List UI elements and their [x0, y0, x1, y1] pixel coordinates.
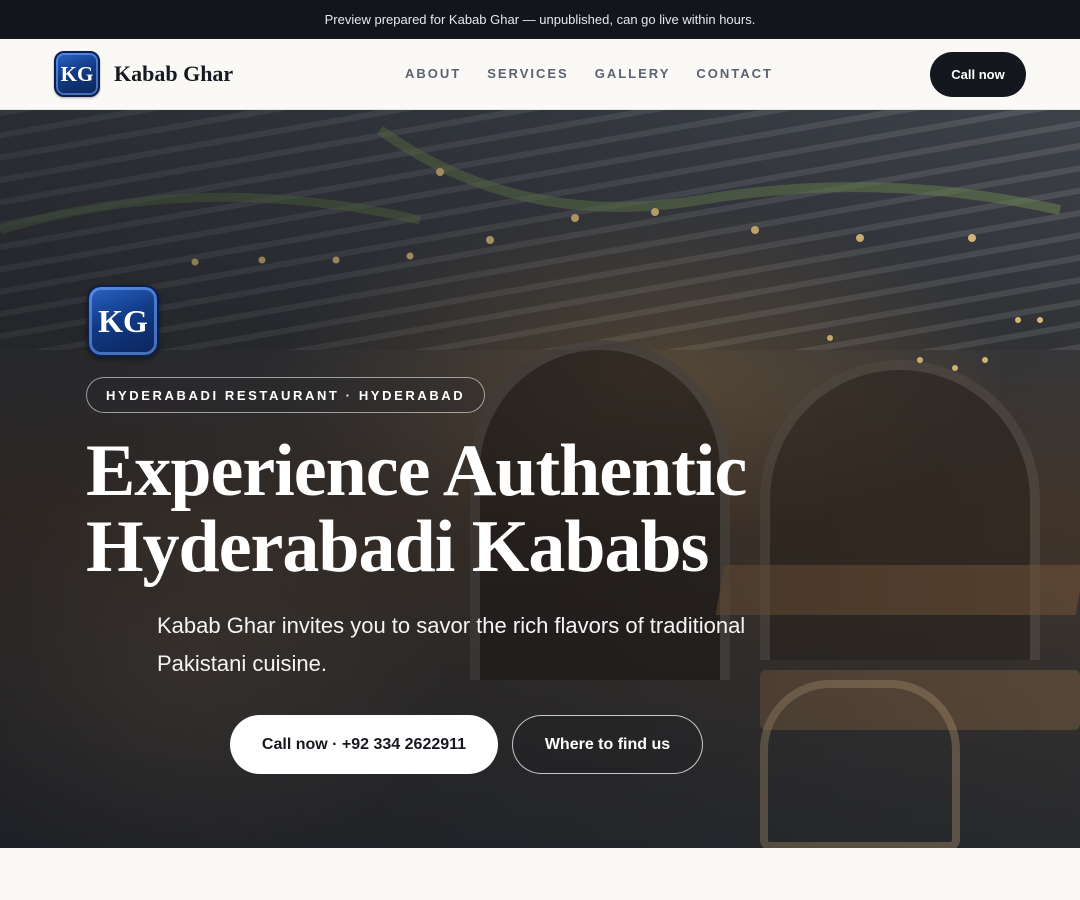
nav-link-about[interactable]: ABOUT: [405, 66, 461, 81]
call-now-button[interactable]: Call now: [930, 52, 1026, 97]
nav-link-services[interactable]: SERVICES: [487, 66, 569, 81]
preview-banner-text: Preview prepared for Kabab Ghar — unpubl…: [324, 12, 756, 27]
logo-badge[interactable]: KG: [54, 51, 100, 97]
site-header: KG Kabab Ghar ABOUT SERVICES GALLERY CON…: [0, 39, 1080, 110]
brand-name[interactable]: Kabab Ghar: [114, 61, 233, 87]
hero-call-button[interactable]: Call now · +92 334 2622911: [230, 715, 498, 774]
hero-headline-line1: Experience Authentic: [86, 430, 747, 512]
hero-subtext: Kab​ab Ghar invites you to savor the ric…: [157, 613, 746, 676]
nav-link-gallery[interactable]: GALLERY: [595, 66, 671, 81]
hero-headline: Experience Authentic Hyderabadi Kababs: [86, 433, 846, 585]
hero-headline-line2: Hyderabadi Kababs: [86, 506, 709, 588]
hero-section: KG HYDERABADI RESTAURANT · HYDERABAD Exp…: [0, 110, 1080, 848]
hero-eyebrow-badge: HYDERABADI RESTAURANT · HYDERABAD: [86, 377, 486, 413]
brand[interactable]: KG Kabab Ghar: [54, 51, 233, 97]
hero-find-us-button[interactable]: Where to find us: [512, 715, 703, 774]
hero-eyebrow-text: HYDERABADI RESTAURANT · HYDERABAD: [106, 387, 466, 403]
preview-banner: Preview prepared for Kabab Ghar — unpubl…: [0, 0, 1080, 39]
nav-link-contact[interactable]: CONTACT: [696, 66, 773, 81]
hero-logo-badge: KG: [87, 285, 159, 357]
primary-nav: ABOUT SERVICES GALLERY CONTACT: [405, 66, 799, 81]
